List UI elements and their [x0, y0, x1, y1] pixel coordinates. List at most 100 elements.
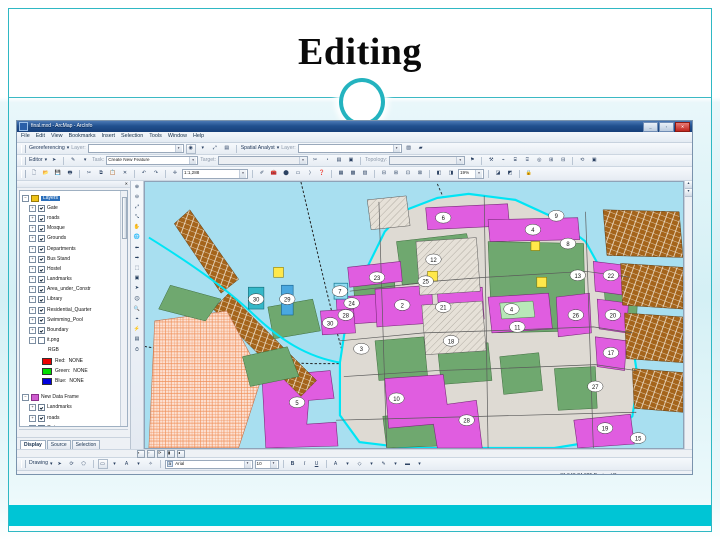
- menu-item-bookmarks[interactable]: Bookmarks: [69, 133, 96, 139]
- tab-selection[interactable]: Selection: [71, 440, 101, 449]
- chevron-down-icon[interactable]: ▾: [50, 461, 53, 467]
- map-vertical-scrollbar[interactable]: ▴ ▾: [684, 181, 692, 449]
- transparency-combo[interactable]: 19% ▾: [458, 168, 484, 179]
- align-tool-2-icon[interactable]: ⊞: [391, 169, 401, 179]
- italic-button[interactable]: I: [300, 459, 310, 469]
- spatial-layer-combo[interactable]: ▾: [297, 144, 402, 153]
- refresh-view-icon[interactable]: ⟳: [157, 449, 165, 458]
- scroll-down-icon[interactable]: ▾: [685, 189, 692, 197]
- tree-layer-departments[interactable]: + Departments: [22, 244, 127, 254]
- redo-icon[interactable]: ↷: [151, 169, 161, 179]
- layer-visibility-checkbox[interactable]: [38, 424, 45, 426]
- layer-visibility-checkbox[interactable]: [38, 235, 45, 243]
- show-table-icon[interactable]: ▭: [293, 169, 303, 179]
- tree-layer-grounds[interactable]: + Grounds: [22, 234, 127, 244]
- topology-tool-7-icon[interactable]: ⊟: [558, 156, 568, 166]
- new-rectangle-icon[interactable]: ▭: [97, 459, 108, 469]
- chevron-down-icon[interactable]: ▾: [67, 146, 70, 151]
- data-view-icon[interactable]: ▪: [137, 449, 145, 458]
- toolbar-grip[interactable]: [21, 169, 26, 178]
- open-document-icon[interactable]: 📂: [41, 169, 51, 179]
- tree-layer-residential-quarter[interactable]: + Residential_Quarter: [22, 305, 127, 315]
- layer-visibility-checkbox[interactable]: [38, 337, 45, 345]
- chevron-down-icon[interactable]: ▾: [45, 158, 48, 163]
- expand-icon[interactable]: +: [29, 404, 36, 412]
- hyperlink-icon[interactable]: ⚡: [133, 326, 142, 334]
- collapse-icon[interactable]: −: [29, 337, 36, 345]
- new-marker-icon[interactable]: ✧: [146, 459, 156, 469]
- map-canvas[interactable]: 64 12 25 23 24 30 3 18 22 20 17 30 29 7 28 2 21 …: [144, 181, 684, 449]
- expand-icon[interactable]: +: [29, 327, 36, 335]
- edit-vertices-icon[interactable]: ⬠: [79, 459, 89, 469]
- toc-vertical-scrollbar[interactable]: [120, 191, 127, 426]
- chevron-down-icon[interactable]: ▾: [198, 144, 208, 154]
- flicker-icon[interactable]: ◩: [505, 169, 515, 179]
- select-features-icon[interactable]: ⬚: [133, 265, 142, 273]
- tree-layer-landmarks[interactable]: + Landmarks: [22, 275, 127, 285]
- fixed-zoom-out-icon[interactable]: ⤡: [133, 214, 142, 222]
- raster-tool-2-icon[interactable]: ▩: [348, 169, 358, 179]
- expand-icon[interactable]: +: [29, 214, 36, 222]
- map-horizontal-scrollbar[interactable]: ▪ ▫ ⟳ ▮ ◂: [17, 449, 692, 458]
- toolbar-grip[interactable]: [21, 156, 26, 165]
- delete-icon[interactable]: ✕: [120, 169, 130, 179]
- time-slider-icon[interactable]: ⏱: [133, 346, 142, 354]
- menu-item-view[interactable]: View: [51, 133, 63, 139]
- expand-icon[interactable]: +: [29, 316, 36, 324]
- effects-icon[interactable]: 🔒: [524, 169, 534, 179]
- tree-layer-hostel[interactable]: + Hostel: [22, 264, 127, 274]
- chevron-down-icon[interactable]: ▾: [189, 157, 197, 164]
- layer-visibility-checkbox[interactable]: [38, 204, 45, 212]
- chevron-down-icon[interactable]: ▾: [243, 460, 251, 468]
- previous-extent-icon[interactable]: ⬅: [133, 244, 142, 252]
- menu-item-selection[interactable]: Selection: [121, 133, 143, 139]
- text-color-button[interactable]: A: [331, 459, 341, 469]
- sketch-tool-icon[interactable]: ✎: [68, 156, 78, 166]
- chevron-down-icon[interactable]: ▾: [174, 145, 182, 152]
- chevron-down-icon[interactable]: ▾: [277, 146, 280, 151]
- zoom-in-icon[interactable]: ⊕: [133, 183, 142, 191]
- tree-layer-swimming-pool[interactable]: + Swimming_Pool: [22, 315, 127, 325]
- chevron-down-icon[interactable]: ▾: [269, 460, 277, 468]
- layer-visibility-checkbox[interactable]: [38, 316, 45, 324]
- chevron-down-icon[interactable]: ▾: [367, 459, 377, 469]
- topology-combo[interactable]: ▾: [389, 156, 466, 165]
- expand-icon[interactable]: +: [29, 255, 36, 263]
- attributes-icon[interactable]: ▤: [334, 156, 344, 166]
- topology-tool-1-icon[interactable]: ⚒: [486, 156, 496, 166]
- align-tool-1-icon[interactable]: ⊟: [379, 169, 389, 179]
- layout-view-icon[interactable]: ▫: [147, 449, 155, 458]
- maximize-button[interactable]: ▫: [659, 121, 674, 132]
- layers-tree[interactable]: − Layers + Gate + roads + Mosque + Groun…: [19, 190, 128, 427]
- menu-item-tools[interactable]: Tools: [149, 133, 162, 139]
- chevron-down-icon[interactable]: ▾: [475, 169, 482, 178]
- expand-icon[interactable]: +: [29, 414, 36, 422]
- menu-item-file[interactable]: File: [21, 133, 30, 139]
- validate-topology-icon[interactable]: ⟲: [577, 156, 587, 166]
- georeferencing-menu[interactable]: Georeferencing: [29, 145, 65, 151]
- line-color-icon[interactable]: ✎: [379, 459, 389, 469]
- pause-drawing-icon[interactable]: ▮: [167, 449, 175, 458]
- toc-horizontal-scrollbar[interactable]: [19, 429, 128, 436]
- model-builder-icon[interactable]: ⬤: [281, 169, 291, 179]
- expand-icon[interactable]: +: [29, 286, 36, 294]
- expand-icon[interactable]: +: [29, 235, 36, 243]
- georef-link-icon[interactable]: ⤢: [210, 144, 220, 154]
- html-popup-icon[interactable]: ▤: [133, 336, 142, 344]
- layer-visibility-checkbox[interactable]: [38, 255, 45, 263]
- tab-display[interactable]: Display: [20, 440, 46, 449]
- tree-layer-roads-2[interactable]: + roads: [22, 413, 127, 423]
- close-button[interactable]: ✕: [675, 121, 690, 132]
- raster-tool-1-icon[interactable]: ▦: [336, 169, 346, 179]
- underline-button[interactable]: U: [312, 459, 322, 469]
- expand-icon[interactable]: +: [29, 265, 36, 273]
- drawing-menu[interactable]: Drawing: [29, 461, 48, 466]
- rotate-element-icon[interactable]: ⟳: [67, 459, 77, 469]
- toc-close-icon[interactable]: ✕: [125, 182, 128, 186]
- topology-tool-3-icon[interactable]: ⌸: [510, 156, 520, 166]
- tree-layer-roads[interactable]: + roads: [22, 213, 127, 223]
- layer-visibility-checkbox[interactable]: [38, 265, 45, 273]
- topology-edit-icon[interactable]: ⚑: [467, 156, 477, 166]
- font-name-combo[interactable]: a Arial ▾: [164, 459, 253, 469]
- page-left-icon[interactable]: ◂: [177, 449, 185, 458]
